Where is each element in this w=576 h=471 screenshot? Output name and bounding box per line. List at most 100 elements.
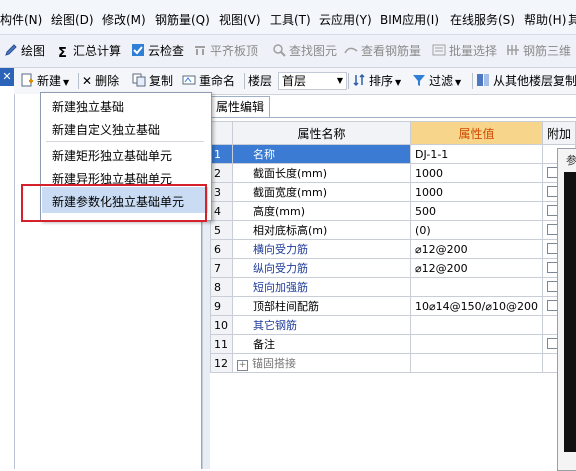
property-name-text: 其它钢筋 xyxy=(253,319,297,332)
new-button[interactable]: 新建 ▼ xyxy=(20,72,69,90)
flat-top-icon xyxy=(193,43,207,57)
menu-help[interactable]: 帮助(H) xyxy=(524,11,566,28)
property-value-cell[interactable]: DJ-1-1 xyxy=(410,144,543,164)
menu-item-new-custom-independent-foundation[interactable]: 新建自定义独立基础 xyxy=(52,121,160,138)
find-element-label: 查找图元 xyxy=(289,44,338,58)
property-value-cell[interactable] xyxy=(410,277,543,297)
sum-calc-label: 汇总计算 xyxy=(73,44,122,58)
close-icon[interactable]: ✕ xyxy=(0,68,14,86)
menu-rebar-quantity[interactable]: 钢筋量(Q) xyxy=(155,11,210,28)
filter-icon xyxy=(412,73,426,87)
property-name-cell[interactable]: 短向加强筋 xyxy=(231,277,412,297)
delete-label: 删除 xyxy=(95,74,120,88)
property-name-cell[interactable]: + 锚固搭接 xyxy=(231,353,412,373)
cloud-check-button[interactable]: 云检查 xyxy=(131,42,184,60)
property-name-cell[interactable]: 截面长度(mm) xyxy=(231,163,412,183)
property-name-cell[interactable]: 相对底标高(m) xyxy=(231,220,412,240)
sum-calc-button[interactable]: Σ 汇总计算 xyxy=(58,42,122,61)
rename-button[interactable]: 重命名 xyxy=(182,72,235,90)
toolbar-divider xyxy=(348,73,349,89)
table-row[interactable]: 1 名称 DJ-1-1 xyxy=(210,144,576,164)
rename-label: 重命名 xyxy=(199,74,236,88)
table-row[interactable]: 6 横向受力筋 ⌀12@200 xyxy=(210,239,576,259)
delete-icon: ✕ xyxy=(82,74,93,88)
table-row[interactable]: 12 + 锚固搭接 xyxy=(210,353,576,373)
table-row[interactable]: 5 相对底标高(m) (0) xyxy=(210,220,576,240)
property-name-text: 备注 xyxy=(253,338,275,351)
view-rebar-label: 查看钢筋量 xyxy=(361,44,422,58)
property-value-cell[interactable]: 1000 xyxy=(410,182,543,202)
property-name-cell[interactable]: 横向受力筋 xyxy=(231,239,412,259)
property-value-cell[interactable]: 500 xyxy=(410,201,543,221)
menu-divider xyxy=(46,141,204,142)
filter-button[interactable]: 过滤 ▼ xyxy=(412,72,461,90)
table-row[interactable]: 3 截面宽度(mm) 1000 xyxy=(210,182,576,202)
cloud-check-label: 云检查 xyxy=(148,44,185,58)
pencil-icon xyxy=(4,43,18,57)
property-name-cell[interactable]: 顶部柱间配筋 xyxy=(231,296,412,316)
new-doc-icon xyxy=(20,73,34,87)
menu-modify[interactable]: 修改(M) xyxy=(102,11,146,28)
menu-component[interactable]: 构件(N) xyxy=(0,11,42,28)
property-value-cell[interactable]: ⌀12@200 xyxy=(410,258,543,278)
table-row[interactable]: 4 高度(mm) 500 xyxy=(210,201,576,221)
table-row[interactable]: 2 截面长度(mm) 1000 xyxy=(210,163,576,183)
find-element-button[interactable]: 查找图元 xyxy=(272,42,337,60)
property-name-cell[interactable]: 名称 xyxy=(231,144,412,164)
rename-icon xyxy=(182,73,196,87)
batch-select-button[interactable]: 批量选择 xyxy=(432,42,497,60)
preview-canvas xyxy=(564,172,576,452)
menu-item-new-rect-foundation-unit[interactable]: 新建矩形独立基础单元 xyxy=(52,147,172,164)
menu-other[interactable]: 其 xyxy=(568,11,576,28)
batch-select-label: 批量选择 xyxy=(449,44,498,58)
menu-draw[interactable]: 绘图(D) xyxy=(51,11,94,28)
row-number: 3 xyxy=(210,182,233,202)
property-name-cell[interactable]: 高度(mm) xyxy=(231,201,412,221)
property-value-cell[interactable] xyxy=(410,334,543,354)
red-highlight-box xyxy=(21,184,207,222)
property-name-text: 截面长度(mm) xyxy=(253,167,328,180)
copy-button[interactable]: 复制 xyxy=(132,72,173,90)
row-number: 7 xyxy=(210,258,233,278)
menu-tools[interactable]: 工具(T) xyxy=(270,11,311,28)
property-name-text: 短向加强筋 xyxy=(253,281,308,294)
flat-top-button[interactable]: 平齐板顶 xyxy=(193,42,258,60)
menu-item-new-independent-foundation[interactable]: 新建独立基础 xyxy=(52,98,124,115)
copy-from-other-floor-button[interactable]: 从其他楼层复制 xyxy=(476,72,576,90)
menu-bim[interactable]: BIM应用(I) xyxy=(380,11,439,28)
filter-label: 过滤 xyxy=(429,74,454,88)
view-rebar-button[interactable]: 查看钢筋量 xyxy=(344,42,421,60)
draw-button[interactable]: 绘图 xyxy=(4,42,45,60)
property-value-cell[interactable] xyxy=(410,315,543,335)
table-row[interactable]: 10 其它钢筋 xyxy=(210,315,576,335)
tab-property-edit[interactable]: 属性编辑 xyxy=(210,96,270,117)
menu-online-service[interactable]: 在线服务(S) xyxy=(450,11,515,28)
property-value-cell[interactable]: (0) xyxy=(410,220,543,240)
property-name-cell[interactable]: 备注 xyxy=(231,334,412,354)
row-number: 1 xyxy=(210,144,233,164)
property-value-cell[interactable] xyxy=(410,353,543,373)
menu-cloud[interactable]: 云应用(Y) xyxy=(319,11,372,28)
property-name-text: 顶部柱间配筋 xyxy=(253,300,319,313)
table-row[interactable]: 7 纵向受力筋 ⌀12@200 xyxy=(210,258,576,278)
row-number: 8 xyxy=(210,277,233,297)
menu-view[interactable]: 视图(V) xyxy=(219,11,261,28)
delete-button[interactable]: ✕ 删除 xyxy=(82,72,119,90)
sort-button[interactable]: 排序 ▼ xyxy=(352,72,401,90)
property-value-cell[interactable]: ⌀12@200 xyxy=(410,239,543,259)
floor-select[interactable]: 首层 ▼ xyxy=(278,72,347,90)
property-value-cell[interactable]: 10⌀14@150/⌀10@200 xyxy=(410,296,543,316)
tree-panel xyxy=(0,86,15,469)
property-value-cell[interactable]: 1000 xyxy=(410,163,543,183)
expand-icon[interactable]: + xyxy=(237,360,248,371)
sigma-icon: Σ xyxy=(58,46,67,61)
table-row[interactable]: 9 顶部柱间配筋 10⌀14@150/⌀10@200 xyxy=(210,296,576,316)
property-name-cell[interactable]: 纵向受力筋 xyxy=(231,258,412,278)
rebar-3d-button[interactable]: 钢筋三维 xyxy=(506,42,571,60)
property-name-cell[interactable]: 其它钢筋 xyxy=(231,315,412,335)
table-row[interactable]: 11 备注 xyxy=(210,334,576,354)
property-name-header: 属性名称 xyxy=(231,121,412,145)
table-row[interactable]: 8 短向加强筋 xyxy=(210,277,576,297)
property-name-cell[interactable]: 截面宽度(mm) xyxy=(231,182,412,202)
rebar-view-icon xyxy=(344,43,358,57)
